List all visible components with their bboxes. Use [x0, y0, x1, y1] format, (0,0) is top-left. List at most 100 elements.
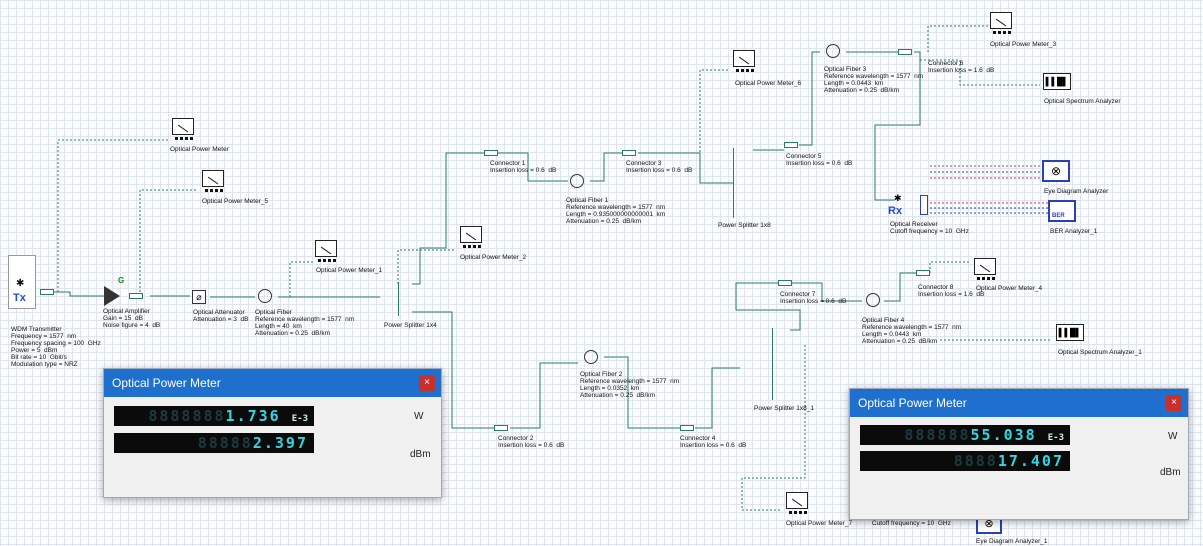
- watt-exponent: E-3: [291, 414, 308, 424]
- connector-8[interactable]: [916, 270, 930, 276]
- power-meter-dialog-1[interactable]: Optical Power Meter × 88888881.736 E-3 W…: [103, 368, 442, 498]
- watt-exponent: E-3: [1047, 433, 1064, 443]
- con2-name: Connector 2: [498, 435, 534, 442]
- con2-param: Insertion loss = 0.6 dB: [498, 442, 565, 449]
- dbm-value: 17.407: [997, 452, 1064, 470]
- fiber4-param-1: Length = 0.0443 km: [862, 331, 922, 338]
- optical-amplifier[interactable]: [104, 286, 120, 306]
- wire-tx-pm: [57, 139, 170, 292]
- connector-1[interactable]: [484, 150, 498, 156]
- optical-receiver[interactable]: ✱ Rx: [888, 193, 928, 217]
- dialog-1-titlebar[interactable]: Optical Power Meter ×: [104, 369, 441, 397]
- con6-name: Connector 6: [928, 60, 964, 67]
- connector-3[interactable]: [622, 150, 636, 156]
- power-meter-5-icon[interactable]: [202, 170, 224, 192]
- wire-split4-pm2: [397, 249, 456, 284]
- watt-readout: 88888855.038 E-3: [860, 425, 1070, 445]
- con3-name: Connector 3: [626, 160, 662, 167]
- rx-param: Cutoff frequency = 10 GHz: [890, 228, 969, 235]
- dialog-2-titlebar[interactable]: Optical Power Meter ×: [850, 389, 1188, 417]
- att-name: Optical Attenuator: [193, 309, 245, 316]
- fiber2-param-1: Length = 0.0352 km: [580, 385, 640, 392]
- pm-name: Optical Power Meter: [170, 146, 229, 153]
- con5-name: Connector 5: [786, 153, 822, 160]
- optical-fiber-3[interactable]: [826, 44, 840, 58]
- power-meter-7-icon[interactable]: [786, 492, 808, 514]
- con7-name: Connector 7: [780, 291, 816, 298]
- amp-param-1: Noise figure = 4 dB: [103, 322, 161, 329]
- ber-name: BER Analyzer_1: [1050, 228, 1098, 235]
- tx-output-port[interactable]: [40, 289, 54, 295]
- amp-name: Optical Amplifier: [103, 308, 150, 315]
- osa-name: Optical Spectrum Analyzer: [1044, 98, 1121, 105]
- dialog-1-title: Optical Power Meter: [112, 376, 221, 390]
- dbm-unit: dBm: [410, 449, 431, 460]
- rx-name: Optical Receiver: [890, 221, 938, 228]
- spectrum-analyzer-1-icon[interactable]: ▌▌█▌: [1056, 324, 1084, 341]
- fiber0-name: Optical Fiber: [255, 309, 292, 316]
- con6-param: Insertion loss = 1.6 dB: [928, 67, 995, 74]
- ber-icon-text: BER: [1052, 213, 1065, 219]
- spectrum-analyzer-icon[interactable]: ▌▌█▌: [1043, 73, 1071, 90]
- power-meter-3-icon[interactable]: [990, 12, 1012, 34]
- connector-5[interactable]: [784, 142, 798, 148]
- wire-fiber4-con8: [884, 272, 916, 302]
- fiber3-param-2: Attenuation = 0.25 dB/km: [824, 87, 899, 94]
- pm6-name: Optical Power Meter_6: [735, 80, 802, 87]
- connector-4[interactable]: [680, 425, 694, 431]
- pm3-name: Optical Power Meter_3: [990, 41, 1057, 48]
- eye-name: Eye Diagram Analyzer: [1044, 188, 1109, 195]
- fiber2-param-2: Attenuation = 0.25 dB/km: [580, 392, 655, 399]
- split8-1-name: Power Splitter 1x8_1: [754, 405, 814, 412]
- dbm-value: 2.397: [252, 434, 308, 452]
- amplifier-gain-tag: G: [118, 276, 125, 285]
- fiber1-param-1: Length = 0.935000000000001 km: [566, 211, 666, 218]
- wdm-param-0: Frequency = 1577 nm: [11, 333, 77, 340]
- optical-attenuator[interactable]: ⌀: [192, 290, 206, 304]
- optical-fiber-4[interactable]: [866, 293, 880, 307]
- amp-param-0: Gain = 15 dB: [103, 315, 143, 322]
- tx-icon-text: Tx: [13, 292, 26, 304]
- wdm-transmitter[interactable]: ✱ Tx: [8, 255, 36, 309]
- connector-6[interactable]: [898, 49, 912, 55]
- power-meter-4-icon[interactable]: [974, 258, 996, 280]
- amp-output-port[interactable]: [129, 293, 143, 299]
- power-meter-icon[interactable]: [172, 118, 194, 140]
- power-splitter-1x8-1[interactable]: [772, 328, 789, 400]
- connector-7[interactable]: [778, 280, 792, 286]
- split8-name: Power Splitter 1x8: [718, 222, 771, 229]
- fiber1-param-2: Attenuation = 0.25 dB/km: [566, 218, 641, 225]
- fiber4-name: Optical Fiber 4: [862, 317, 905, 324]
- watt-readout: 88888881.736 E-3: [114, 406, 314, 426]
- photodiode-icon: ✱: [894, 193, 902, 203]
- power-meter-1-icon[interactable]: [315, 240, 337, 262]
- fiber3-param-0: Reference wavelength = 1577 nm: [824, 73, 924, 80]
- wire-con4-split8_1: [695, 367, 740, 429]
- wdm-param-1: Frequency spacing = 100 GHz: [11, 340, 101, 347]
- split4-name: Power Splitter 1x4: [384, 322, 437, 329]
- optical-fiber[interactable]: [258, 289, 272, 303]
- dialog-2-title: Optical Power Meter: [858, 396, 967, 410]
- wdm-transmitter-name: WDM Transmitter: [11, 326, 62, 333]
- optical-fiber-1[interactable]: [570, 174, 584, 188]
- close-icon[interactable]: ×: [1166, 395, 1182, 411]
- power-splitter-1x8[interactable]: [733, 148, 750, 218]
- rx-icon-text: Rx: [888, 205, 903, 217]
- power-meter-6-icon[interactable]: [733, 50, 755, 72]
- power-meter-dialog-2[interactable]: Optical Power Meter × 88888855.038 E-3 W…: [849, 388, 1189, 520]
- optical-fiber-2[interactable]: [584, 350, 598, 364]
- dbm-readout: 888817.407: [860, 451, 1070, 471]
- wire-fiber1-con3: [590, 152, 622, 182]
- wire-tx-amp: [51, 291, 104, 297]
- close-icon[interactable]: ×: [419, 375, 435, 391]
- power-meter-2-icon[interactable]: [460, 226, 482, 248]
- con1-name: Connector 1: [490, 160, 526, 167]
- rx-hidden-param: Cutoff frequency = 10 GHz: [872, 520, 951, 527]
- watt-unit: W: [1168, 431, 1178, 442]
- power-splitter-1x4[interactable]: [398, 282, 415, 316]
- ber-analyzer-icon[interactable]: BER: [1048, 200, 1076, 222]
- wire-con8-pm4: [929, 261, 970, 273]
- laser-icon: ✱: [16, 278, 25, 289]
- connector-2[interactable]: [494, 425, 508, 431]
- eye-diagram-icon[interactable]: ⊗: [1042, 160, 1070, 182]
